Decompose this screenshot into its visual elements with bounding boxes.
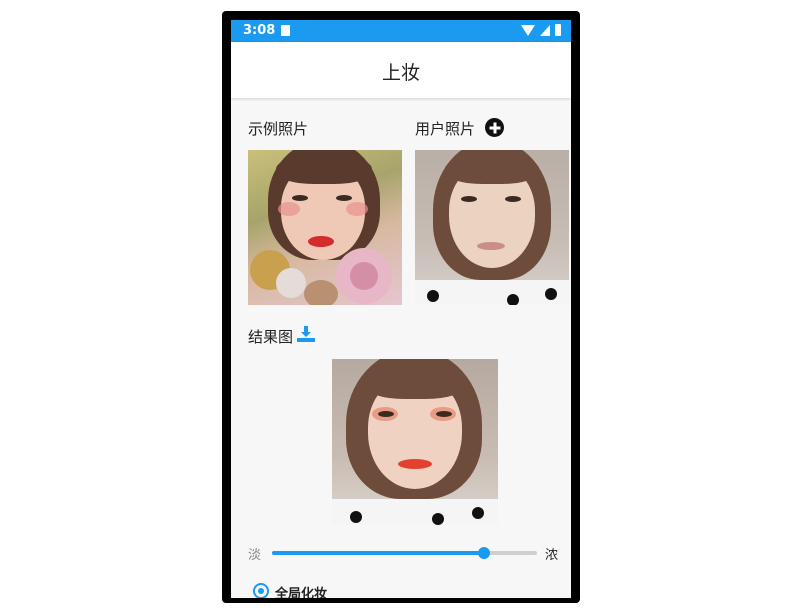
makeup-intensity-slider[interactable] xyxy=(272,547,537,559)
slider-thumb[interactable] xyxy=(478,547,490,559)
battery-icon xyxy=(555,24,561,36)
app-bar: 上妆 xyxy=(231,42,571,98)
phone-frame: 3:08 上妆 示例照片 用户照片 结果图 淡 浓 全局化妆 xyxy=(222,11,580,603)
slider-fill xyxy=(272,551,484,555)
page-title: 上妆 xyxy=(381,62,420,84)
sd-card-icon xyxy=(281,25,290,36)
slider-max-label: 浓 xyxy=(545,548,559,563)
slider-min-label: 淡 xyxy=(248,548,262,563)
status-bar: 3:08 xyxy=(231,20,571,42)
result-label: 结果图 xyxy=(248,328,294,346)
user-photo-label: 用户照片 xyxy=(415,120,476,138)
result-photo xyxy=(332,359,498,525)
full-face-label: 全局化妆 xyxy=(275,587,328,598)
full-face-radio[interactable] xyxy=(253,583,269,598)
status-icons xyxy=(521,24,561,36)
add-photo-icon[interactable] xyxy=(485,118,504,137)
download-icon[interactable] xyxy=(297,326,315,342)
user-photo xyxy=(415,150,569,305)
status-time: 3:08 xyxy=(243,23,276,38)
signal-icon xyxy=(540,24,550,36)
example-photo xyxy=(248,150,402,305)
wifi-icon xyxy=(521,24,535,36)
app-screen: 3:08 上妆 示例照片 用户照片 结果图 淡 浓 全局化妆 xyxy=(231,20,571,598)
example-photo-label: 示例照片 xyxy=(248,120,309,138)
